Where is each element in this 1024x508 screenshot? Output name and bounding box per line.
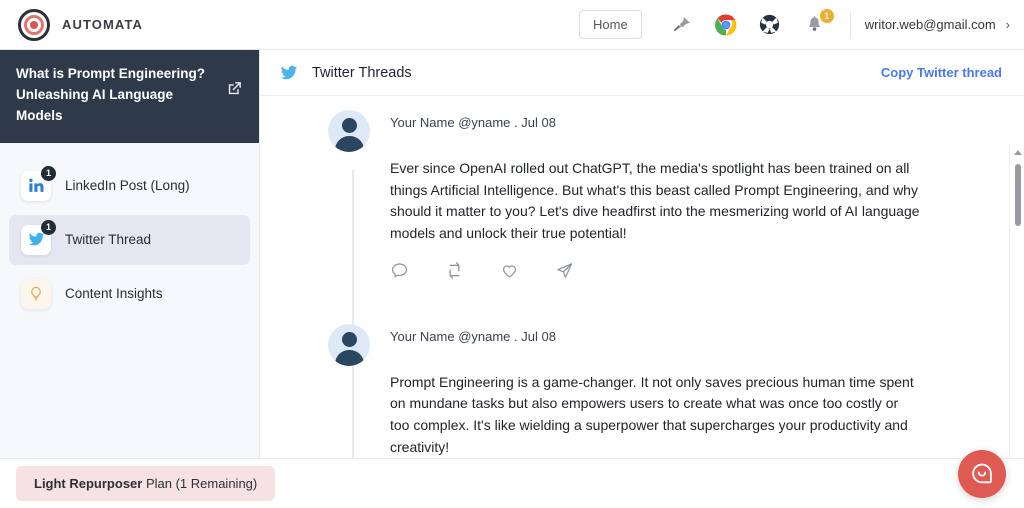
thread-list: Your Name @yname . Jul 08 Ever since Ope… [260, 110, 1024, 458]
plan-name: Light Repurposer [34, 476, 143, 491]
tweet-text: Prompt Engineering is a game-changer. It… [390, 373, 914, 455]
lightbulb-icon-wrap [21, 278, 51, 309]
avatar [328, 110, 370, 152]
lightbulb-icon [21, 278, 51, 309]
tweet-meta: Your Name @yname . Jul 08 [390, 324, 556, 344]
lightbulb-glyph [31, 286, 41, 301]
reply-icon[interactable] [390, 261, 409, 280]
tweet-item: Your Name @yname . Jul 08 Ever since Ope… [328, 110, 954, 280]
external-link-icon[interactable] [226, 80, 243, 97]
like-heart-icon[interactable] [500, 261, 519, 280]
life-ring-glyph [760, 14, 780, 35]
chat-support-button[interactable] [958, 450, 1006, 498]
tweet-header: Your Name @yname . Jul 08 [328, 110, 954, 152]
copy-twitter-thread-button[interactable]: Copy Twitter thread [881, 65, 1002, 80]
notification-bell-icon[interactable]: 1 [798, 7, 835, 42]
life-ring-support-icon[interactable] [753, 8, 787, 42]
chat-smiley-bubble-icon [972, 463, 992, 484]
scroll-up-arrow-icon[interactable] [1014, 150, 1022, 155]
main-header: Twitter Threads Copy Twitter thread [260, 50, 1024, 96]
bell-badge-count: 1 [818, 7, 835, 24]
tweet-item: Your Name @yname . Jul 08 Prompt Enginee… [328, 323, 954, 458]
tweet-meta-separator: . [514, 115, 518, 130]
sidebar-item-label: LinkedIn Post (Long) [65, 178, 190, 194]
tweet-author: Your Name [390, 115, 455, 130]
twitter-bird-icon [280, 65, 298, 79]
top-bar-divider [849, 11, 851, 38]
tweet-actions [390, 261, 954, 280]
sidebar-item-linkedin-post[interactable]: 1 LinkedIn Post (Long) [9, 161, 250, 211]
tweet-handle: @yname [458, 328, 511, 344]
top-bar-actions: Home 1 writor.web@gmail.com › [579, 7, 1024, 42]
account-email: writor.web@gmail.com [864, 17, 996, 32]
tweet-text: Ever since OpenAI rolled out ChatGPT, th… [390, 160, 920, 242]
home-button[interactable]: Home [579, 10, 642, 39]
scrollbar-thumb[interactable] [1014, 164, 1021, 226]
twitter-bird-glyph [28, 232, 44, 246]
tweet-author: Your Name [390, 328, 455, 344]
app-window: AUTOMATA Home 1 writor.web@gmail.com › W… [0, 0, 1024, 508]
pushpin-icon[interactable] [665, 8, 699, 42]
brand-logo-area[interactable]: AUTOMATA [0, 8, 144, 41]
plan-footer-bar: Light Repurposer Plan (1 Remaining) [0, 458, 1024, 508]
sidebar-badge: 1 [41, 165, 56, 181]
share-icon[interactable] [555, 261, 574, 280]
tweet-header: Your Name @yname . Jul 08 [328, 323, 954, 366]
linkedin-glyph [28, 178, 44, 193]
sidebar-item-content-insights[interactable]: Content Insights [9, 269, 250, 319]
sidebar: What is Prompt Engineering? Unleashing A… [0, 50, 260, 458]
sidebar-item-twitter-thread[interactable]: 1 Twitter Thread [9, 214, 250, 265]
vertical-scrollbar[interactable] [1009, 146, 1024, 508]
chevron-right-icon: › [1005, 17, 1010, 32]
brand-name: AUTOMATA [62, 17, 144, 32]
linkedin-icon-wrap: 1 [21, 165, 56, 201]
plan-remaining: Plan (1 Remaining) [142, 476, 258, 491]
top-navigation-bar: AUTOMATA Home 1 writor.web@gmail.com › [0, 0, 1024, 50]
avatar [328, 323, 370, 366]
sidebar-item-label: Twitter Thread [65, 232, 152, 248]
tweet-date: Jul 08 [521, 328, 556, 344]
pushpin-glyph [673, 16, 690, 32]
main-content-panel: Twitter Threads Copy Twitter thread Your… [260, 50, 1024, 508]
plan-status-badge[interactable]: Light Repurposer Plan (1 Remaining) [16, 466, 276, 501]
tweet-date: Jul 08 [521, 115, 556, 130]
document-title: What is Prompt Engineering? Unleashing A… [16, 66, 206, 123]
twitter-icon-wrap: 1 [21, 219, 56, 255]
chrome-extension-icon[interactable] [709, 8, 743, 42]
tweet-meta-separator: . [514, 328, 518, 344]
thread-scroll-area[interactable]: Your Name @yname . Jul 08 Ever since Ope… [260, 96, 1024, 458]
account-menu[interactable]: writor.web@gmail.com › [865, 17, 1010, 32]
page-title: Twitter Threads [312, 64, 412, 81]
tweet-handle: @yname [458, 115, 511, 130]
sidebar-item-label: Content Insights [65, 286, 163, 302]
sidebar-nav: 1 LinkedIn Post (Long) 1 Twitter Thread [0, 143, 259, 319]
sidebar-badge: 1 [41, 219, 56, 235]
chrome-glyph [714, 13, 737, 36]
tweet-meta: Your Name @yname . Jul 08 [390, 110, 556, 130]
document-header: What is Prompt Engineering? Unleashing A… [0, 50, 259, 143]
retweet-icon[interactable] [445, 261, 464, 280]
bullseye-target-icon [18, 8, 50, 41]
